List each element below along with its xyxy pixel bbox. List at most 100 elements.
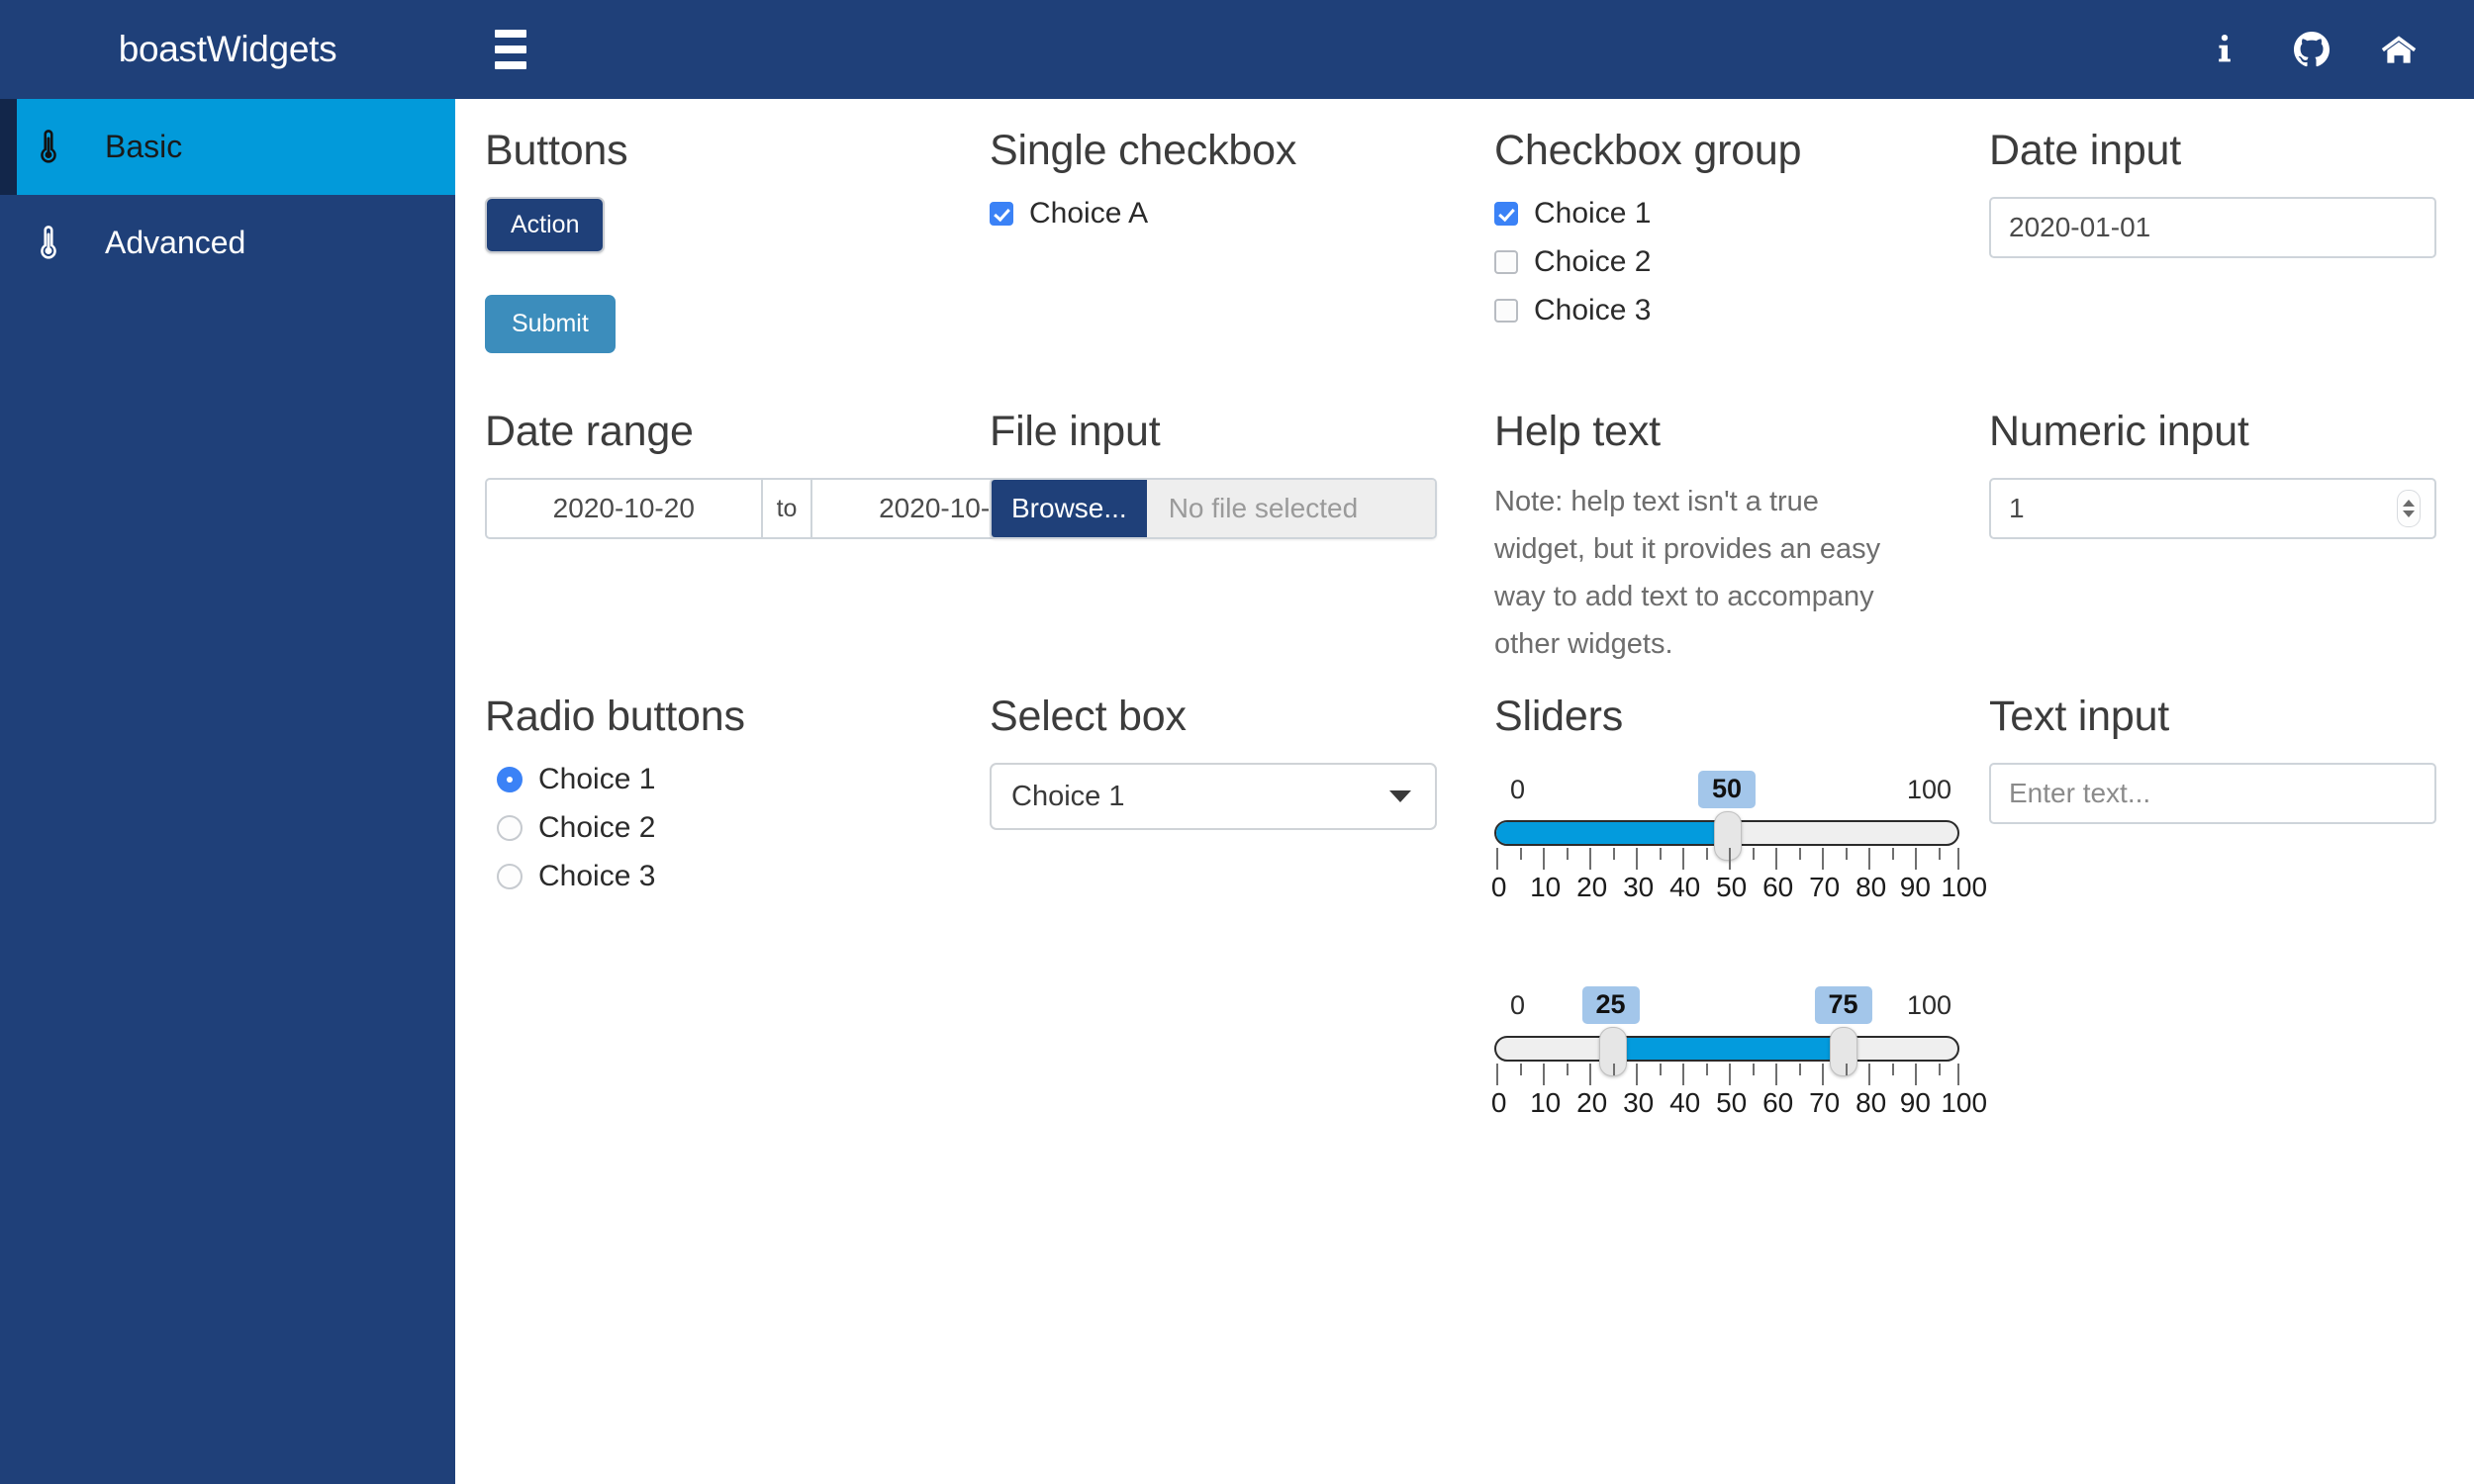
submit-button[interactable]: Submit — [485, 295, 616, 353]
checkbox-icon[interactable] — [1494, 202, 1518, 226]
radio-icon[interactable] — [497, 864, 523, 889]
numeric-stepper[interactable] — [2397, 490, 2421, 527]
action-button[interactable]: Action — [485, 197, 606, 253]
section-title: Single checkbox — [990, 127, 1297, 174]
single-checkbox-section: Single checkbox Choice A — [990, 127, 1296, 245]
thermometer-icon — [18, 224, 79, 263]
radio-icon[interactable] — [497, 815, 523, 841]
tick-label: 0 — [1490, 1087, 1507, 1118]
checkbox-label: Choice 1 — [1534, 197, 1652, 230]
tick-label: 30 — [1623, 1087, 1655, 1118]
radio-label: Choice 2 — [538, 811, 656, 844]
github-icon[interactable] — [2294, 32, 2330, 67]
main-content: Buttons Action Submit Single checkbox Ch… — [455, 99, 2474, 1484]
chevron-down-icon[interactable] — [1389, 790, 1411, 802]
radio-buttons-section: Radio buttons Choice 1 Choice 2 Choice 3 — [485, 693, 745, 908]
file-input[interactable]: Browse... No file selected — [990, 478, 1437, 539]
slider-labels: 0 25 75 100 — [1494, 986, 1959, 1028]
tick-label: 40 — [1669, 872, 1701, 902]
tick-label: 60 — [1762, 872, 1794, 902]
home-icon[interactable] — [2381, 32, 2417, 67]
info-icon[interactable] — [2207, 32, 2242, 67]
radio-label: Choice 3 — [538, 860, 656, 892]
tick-label: 20 — [1576, 1087, 1608, 1118]
checkbox-group-item[interactable]: Choice 2 — [1494, 245, 1801, 279]
thermometer-icon — [18, 128, 79, 167]
file-status-text: No file selected — [1146, 480, 1435, 537]
select-box-section: Select box Choice 1 — [990, 693, 1437, 830]
app-brand: boastWidgets — [118, 29, 337, 69]
section-title: Checkbox group — [1494, 127, 1802, 174]
radio-icon[interactable] — [497, 767, 523, 792]
sidebar-item-basic[interactable]: Basic — [0, 99, 455, 195]
checkbox-label: Choice 3 — [1534, 294, 1652, 326]
file-input-section: File input Browse... No file selected — [990, 408, 1437, 539]
radio-option[interactable]: Choice 3 — [497, 860, 745, 893]
range-min-label: 0 — [1510, 990, 1526, 1020]
tick-label: 90 — [1899, 1087, 1931, 1118]
slider-ticks — [1494, 848, 1959, 872]
section-title: Sliders — [1494, 693, 1624, 740]
tick-label: 80 — [1856, 1087, 1887, 1118]
section-title: Help text — [1494, 408, 1661, 455]
text-input[interactable]: Enter text... — [1989, 763, 2436, 824]
section-title: File input — [990, 408, 1161, 455]
buttons-section: Buttons Action Submit — [485, 127, 628, 353]
checkbox-group-item[interactable]: Choice 1 — [1494, 197, 1801, 231]
tick-label: 10 — [1530, 872, 1562, 902]
navbar-actions — [2207, 32, 2474, 67]
tick-label: 70 — [1809, 872, 1841, 902]
tick-label: 50 — [1716, 872, 1748, 902]
checkbox-group-item[interactable]: Choice 3 — [1494, 294, 1801, 327]
radio-label: Choice 1 — [538, 763, 656, 795]
tick-label: 20 — [1576, 872, 1608, 902]
section-title: Radio buttons — [485, 693, 745, 740]
radio-option[interactable]: Choice 2 — [497, 811, 745, 845]
range-tick-labels: 0 10 20 30 40 50 60 70 80 90 100 — [1490, 1087, 1987, 1123]
numeric-input[interactable]: 1 — [1989, 478, 2436, 539]
date-input-section: Date input 2020-01-01 — [1989, 127, 2436, 258]
sliders-section: Sliders 0 50 100 0 10 20 30 40 50 60 70 … — [1490, 693, 1987, 1123]
sidebar-item-advanced[interactable]: Advanced — [0, 195, 455, 291]
checkbox-icon[interactable] — [990, 202, 1013, 226]
tick-label: 50 — [1716, 1087, 1748, 1118]
help-text-section: Help text Note: help text isn't a true w… — [1494, 408, 1890, 668]
slider-tick-labels: 0 10 20 30 40 50 60 70 80 90 100 — [1491, 872, 1987, 907]
slider-value-bubble: 50 — [1697, 771, 1757, 808]
range-low-bubble: 25 — [1581, 986, 1640, 1024]
sidebar: Basic Advanced — [0, 99, 455, 1484]
chevron-up-icon[interactable] — [2403, 500, 2415, 507]
single-slider[interactable]: 0 50 100 0 10 20 30 40 50 60 70 80 90 10… — [1491, 771, 1987, 907]
tick-label: 10 — [1530, 1087, 1562, 1118]
date-range-separator: to — [762, 478, 811, 539]
tick-label: 30 — [1623, 872, 1655, 902]
tick-label: 60 — [1762, 1087, 1794, 1118]
checkbox-icon[interactable] — [1494, 250, 1518, 274]
section-title: Buttons — [485, 127, 628, 174]
range-track[interactable] — [1494, 1027, 1959, 1076]
range-high-bubble: 75 — [1814, 986, 1872, 1024]
date-range-start-input[interactable]: 2020-10-20 — [485, 478, 763, 539]
select-box[interactable]: Choice 1 — [990, 763, 1437, 830]
checkbox-label: Choice A — [1029, 197, 1149, 230]
hamburger-icon[interactable] — [495, 27, 546, 72]
sidebar-item-label: Basic — [105, 129, 183, 164]
range-slider[interactable]: 0 25 75 10 0 0 10 20 30 40 50 60 70 80 90… — [1490, 986, 1987, 1123]
help-text-body: Note: help text isn't a true widget, but… — [1494, 486, 1881, 660]
browse-button[interactable]: Browse... — [992, 480, 1147, 537]
slider-max-label: 100 — [1906, 775, 1951, 804]
slider-track[interactable] — [1494, 811, 1959, 861]
date-input[interactable]: 2020-01-01 — [1989, 197, 2436, 258]
slider-min-label: 0 — [1510, 775, 1526, 804]
section-title: Numeric input — [1989, 408, 2249, 455]
chevron-down-icon[interactable] — [2403, 510, 2415, 517]
checkbox-choice-a[interactable]: Choice A — [990, 197, 1296, 231]
top-navbar: boastWidgets — [0, 0, 2474, 99]
section-title: Select box — [990, 693, 1187, 740]
checkbox-icon[interactable] — [1494, 299, 1518, 323]
tick-label: 40 — [1669, 1087, 1701, 1118]
tick-label: 80 — [1856, 872, 1887, 902]
radio-option[interactable]: Choice 1 — [497, 763, 745, 796]
section-title: Date input — [1989, 127, 2182, 174]
checkbox-group-section: Checkbox group Choice 1 Choice 2 Choice … — [1494, 127, 1802, 342]
